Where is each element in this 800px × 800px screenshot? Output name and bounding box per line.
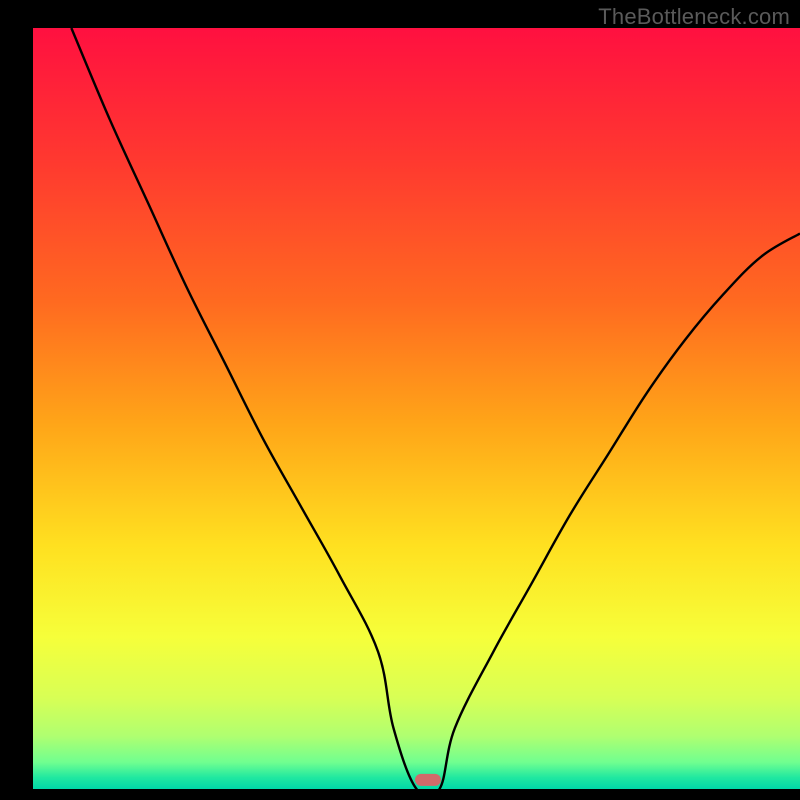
plot-background bbox=[33, 28, 800, 789]
minimum-marker bbox=[415, 774, 441, 786]
watermark-text: TheBottleneck.com bbox=[598, 4, 790, 30]
bottleneck-chart bbox=[0, 0, 800, 800]
chart-frame: TheBottleneck.com bbox=[0, 0, 800, 800]
